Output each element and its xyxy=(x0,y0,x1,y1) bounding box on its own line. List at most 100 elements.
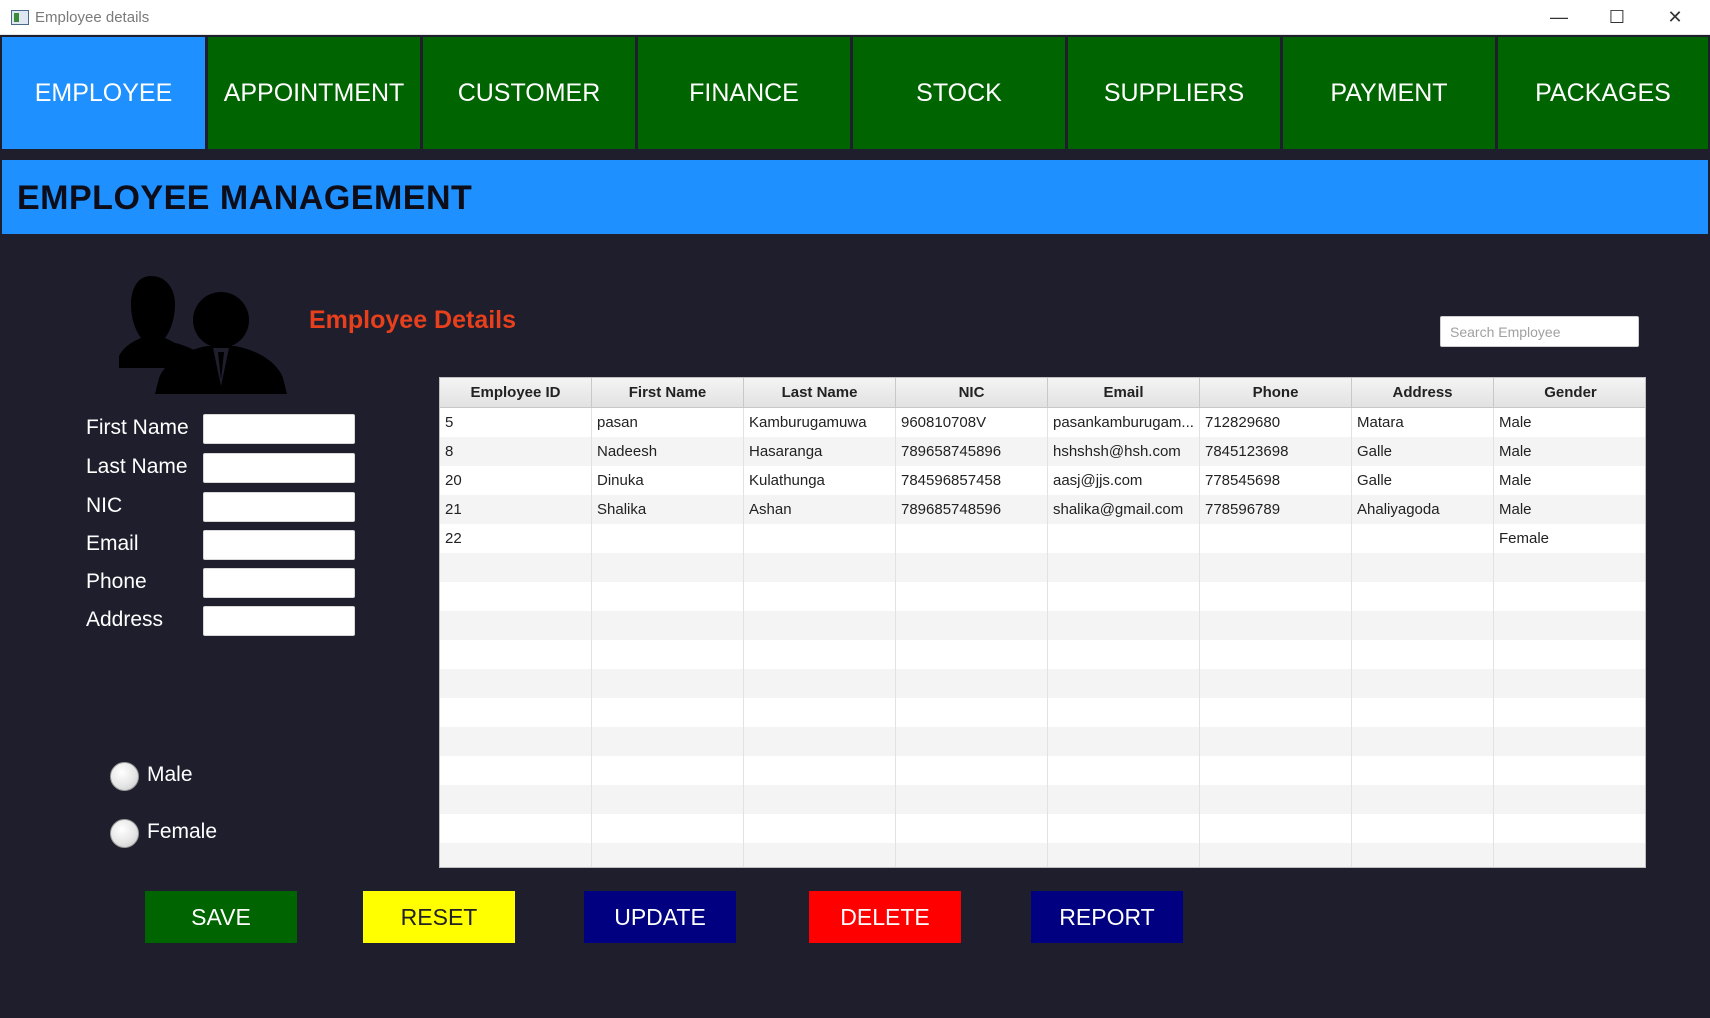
table-cell xyxy=(1048,669,1200,698)
table-cell xyxy=(592,843,744,867)
table-cell xyxy=(1200,640,1352,669)
window-title: Employee details xyxy=(35,9,150,26)
table-cell xyxy=(896,785,1048,814)
table-row-empty[interactable] xyxy=(440,785,1645,814)
table-cell xyxy=(1200,785,1352,814)
table-row[interactable]: 21 Shalika Ashan 789685748596 shalika@gmail.… xyxy=(440,495,1645,524)
column-header-employee-id[interactable]: Employee ID xyxy=(440,378,592,408)
nav-finance[interactable]: FINANCE xyxy=(638,37,850,149)
table-cell: 22 xyxy=(440,524,592,553)
table-cell xyxy=(1048,611,1200,640)
nav-payment[interactable]: PAYMENT xyxy=(1283,37,1495,149)
table-cell: 784596857458 xyxy=(896,466,1048,495)
table-cell xyxy=(592,582,744,611)
column-header-phone[interactable]: Phone xyxy=(1200,378,1352,408)
nav-employee[interactable]: EMPLOYEE xyxy=(2,37,205,149)
nav-stock[interactable]: STOCK xyxy=(853,37,1065,149)
table-cell: Male xyxy=(1499,472,1532,489)
table-cell xyxy=(896,814,1048,843)
column-header-gender[interactable]: Gender xyxy=(1494,378,1645,408)
table-row-empty[interactable] xyxy=(440,727,1645,756)
female-radio[interactable] xyxy=(110,819,139,848)
nav-suppliers[interactable]: SUPPLIERS xyxy=(1068,37,1280,149)
table-cell xyxy=(744,669,896,698)
table-cell xyxy=(1200,611,1352,640)
app-body: EMPLOYEE APPOINTMENT CUSTOMER FINANCE ST… xyxy=(0,35,1710,1018)
table-cell xyxy=(592,756,744,785)
table-row[interactable]: 22 Female xyxy=(440,524,1645,553)
table-cell xyxy=(1352,698,1494,727)
nav-packages[interactable]: PACKAGES xyxy=(1498,37,1708,149)
save-button[interactable]: SAVE xyxy=(145,891,297,943)
column-header-first-name[interactable]: First Name xyxy=(592,378,744,408)
table-cell: Ashan xyxy=(744,495,896,524)
page-title: EMPLOYEE MANAGEMENT xyxy=(17,179,473,217)
table-cell xyxy=(1352,553,1494,582)
last-name-field[interactable] xyxy=(203,453,355,483)
search-input[interactable] xyxy=(1440,316,1639,347)
maximize-icon[interactable]: ☐ xyxy=(1588,0,1646,35)
nav-customer[interactable]: CUSTOMER xyxy=(423,37,635,149)
table-row-empty[interactable] xyxy=(440,640,1645,669)
table-row-empty[interactable] xyxy=(440,553,1645,582)
table-cell xyxy=(1048,524,1200,553)
table-cell: Hasaranga xyxy=(744,437,896,466)
table-cell xyxy=(440,727,592,756)
table-cell: Matara xyxy=(1352,408,1494,437)
table-cell xyxy=(1048,843,1200,867)
top-nav: EMPLOYEE APPOINTMENT CUSTOMER FINANCE ST… xyxy=(0,35,1710,151)
table-row-empty[interactable] xyxy=(440,611,1645,640)
table-cell: Dinuka xyxy=(592,466,744,495)
table-cell: aasj@jjs.com xyxy=(1048,466,1200,495)
table-row-empty[interactable] xyxy=(440,756,1645,785)
table-cell xyxy=(744,582,896,611)
table-cell: Female xyxy=(1499,530,1550,547)
table-row-empty[interactable] xyxy=(440,669,1645,698)
email-field[interactable] xyxy=(203,530,355,560)
close-icon[interactable]: ✕ xyxy=(1646,0,1704,35)
nav-appointment[interactable]: APPOINTMENT xyxy=(208,37,420,149)
table-cell xyxy=(592,553,744,582)
table-cell xyxy=(440,611,592,640)
first-name-field[interactable] xyxy=(203,414,355,444)
table-row-empty[interactable] xyxy=(440,582,1645,611)
minimize-icon[interactable]: — xyxy=(1530,0,1588,35)
table-cell xyxy=(440,640,592,669)
address-label: Address xyxy=(86,608,164,631)
table-row[interactable]: 20 Dinuka Kulathunga 784596857458 aasj@jjs.c… xyxy=(440,466,1645,495)
email-label: Email xyxy=(86,532,139,555)
table-row-empty[interactable] xyxy=(440,843,1645,867)
table-cell: Male xyxy=(1499,414,1532,431)
table-cell xyxy=(1494,553,1645,582)
table-cell xyxy=(744,843,896,867)
table-cell xyxy=(1352,669,1494,698)
table-cell: 789685748596 xyxy=(896,495,1048,524)
male-radio[interactable] xyxy=(110,762,139,791)
table-row[interactable]: 8 Nadeesh Hasaranga 789658745896 hshshsh@hsh… xyxy=(440,437,1645,466)
column-header-email[interactable]: Email xyxy=(1048,378,1200,408)
table-row[interactable]: 5 pasan Kamburugamuwa 960810708V pasankambur… xyxy=(440,408,1645,437)
reset-button[interactable]: RESET xyxy=(363,891,515,943)
table-cell: pasan xyxy=(592,408,744,437)
table-cell xyxy=(1200,698,1352,727)
column-header-last-name[interactable]: Last Name xyxy=(744,378,896,408)
last-name-label: Last Name xyxy=(86,455,188,478)
nic-field[interactable] xyxy=(203,492,355,522)
table-row-empty[interactable] xyxy=(440,698,1645,727)
column-header-address[interactable]: Address xyxy=(1352,378,1494,408)
table-cell xyxy=(1352,727,1494,756)
update-button[interactable]: UPDATE xyxy=(584,891,736,943)
delete-button[interactable]: DELETE xyxy=(809,891,961,943)
address-field[interactable] xyxy=(203,606,355,636)
phone-field[interactable] xyxy=(203,568,355,598)
employee-table[interactable]: Employee ID First Name Last Name NIC Ema… xyxy=(439,377,1646,868)
table-cell xyxy=(1200,669,1352,698)
column-header-nic[interactable]: NIC xyxy=(896,378,1048,408)
table-cell xyxy=(1048,582,1200,611)
report-button[interactable]: REPORT xyxy=(1031,891,1183,943)
table-cell xyxy=(1200,814,1352,843)
table-cell xyxy=(1494,611,1645,640)
table-row-empty[interactable] xyxy=(440,814,1645,843)
table-cell xyxy=(592,669,744,698)
table-cell: 5 xyxy=(440,408,592,437)
